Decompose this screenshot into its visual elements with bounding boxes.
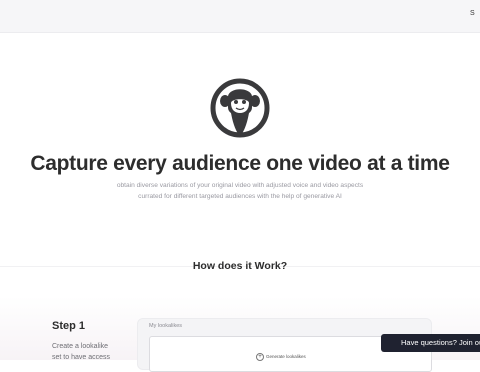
chat-widget-label: Have questions? Join our	[401, 338, 480, 347]
hero-subtitle-line-2: currated for different targeted audience…	[138, 193, 342, 200]
chat-widget-button[interactable]: Have questions? Join our	[381, 334, 480, 352]
hero-title: Capture every audience one video at a ti…	[30, 152, 450, 175]
step-title: Step 1	[52, 320, 86, 332]
top-navigation-bar: S	[0, 0, 480, 33]
hero-subtitle-line-1: obtain diverse variations of your origin…	[116, 182, 364, 189]
how-it-works-title: How does it Work?	[192, 260, 288, 272]
hero-subtitle: obtain diverse variations of your origin…	[90, 180, 390, 202]
top-nav-link[interactable]: S	[470, 10, 480, 17]
generate-lookalikes-label: Generate lookalikes	[266, 354, 306, 360]
monkey-logo-icon	[209, 76, 271, 140]
lookalikes-panel-title: My lookalikes	[149, 323, 183, 329]
